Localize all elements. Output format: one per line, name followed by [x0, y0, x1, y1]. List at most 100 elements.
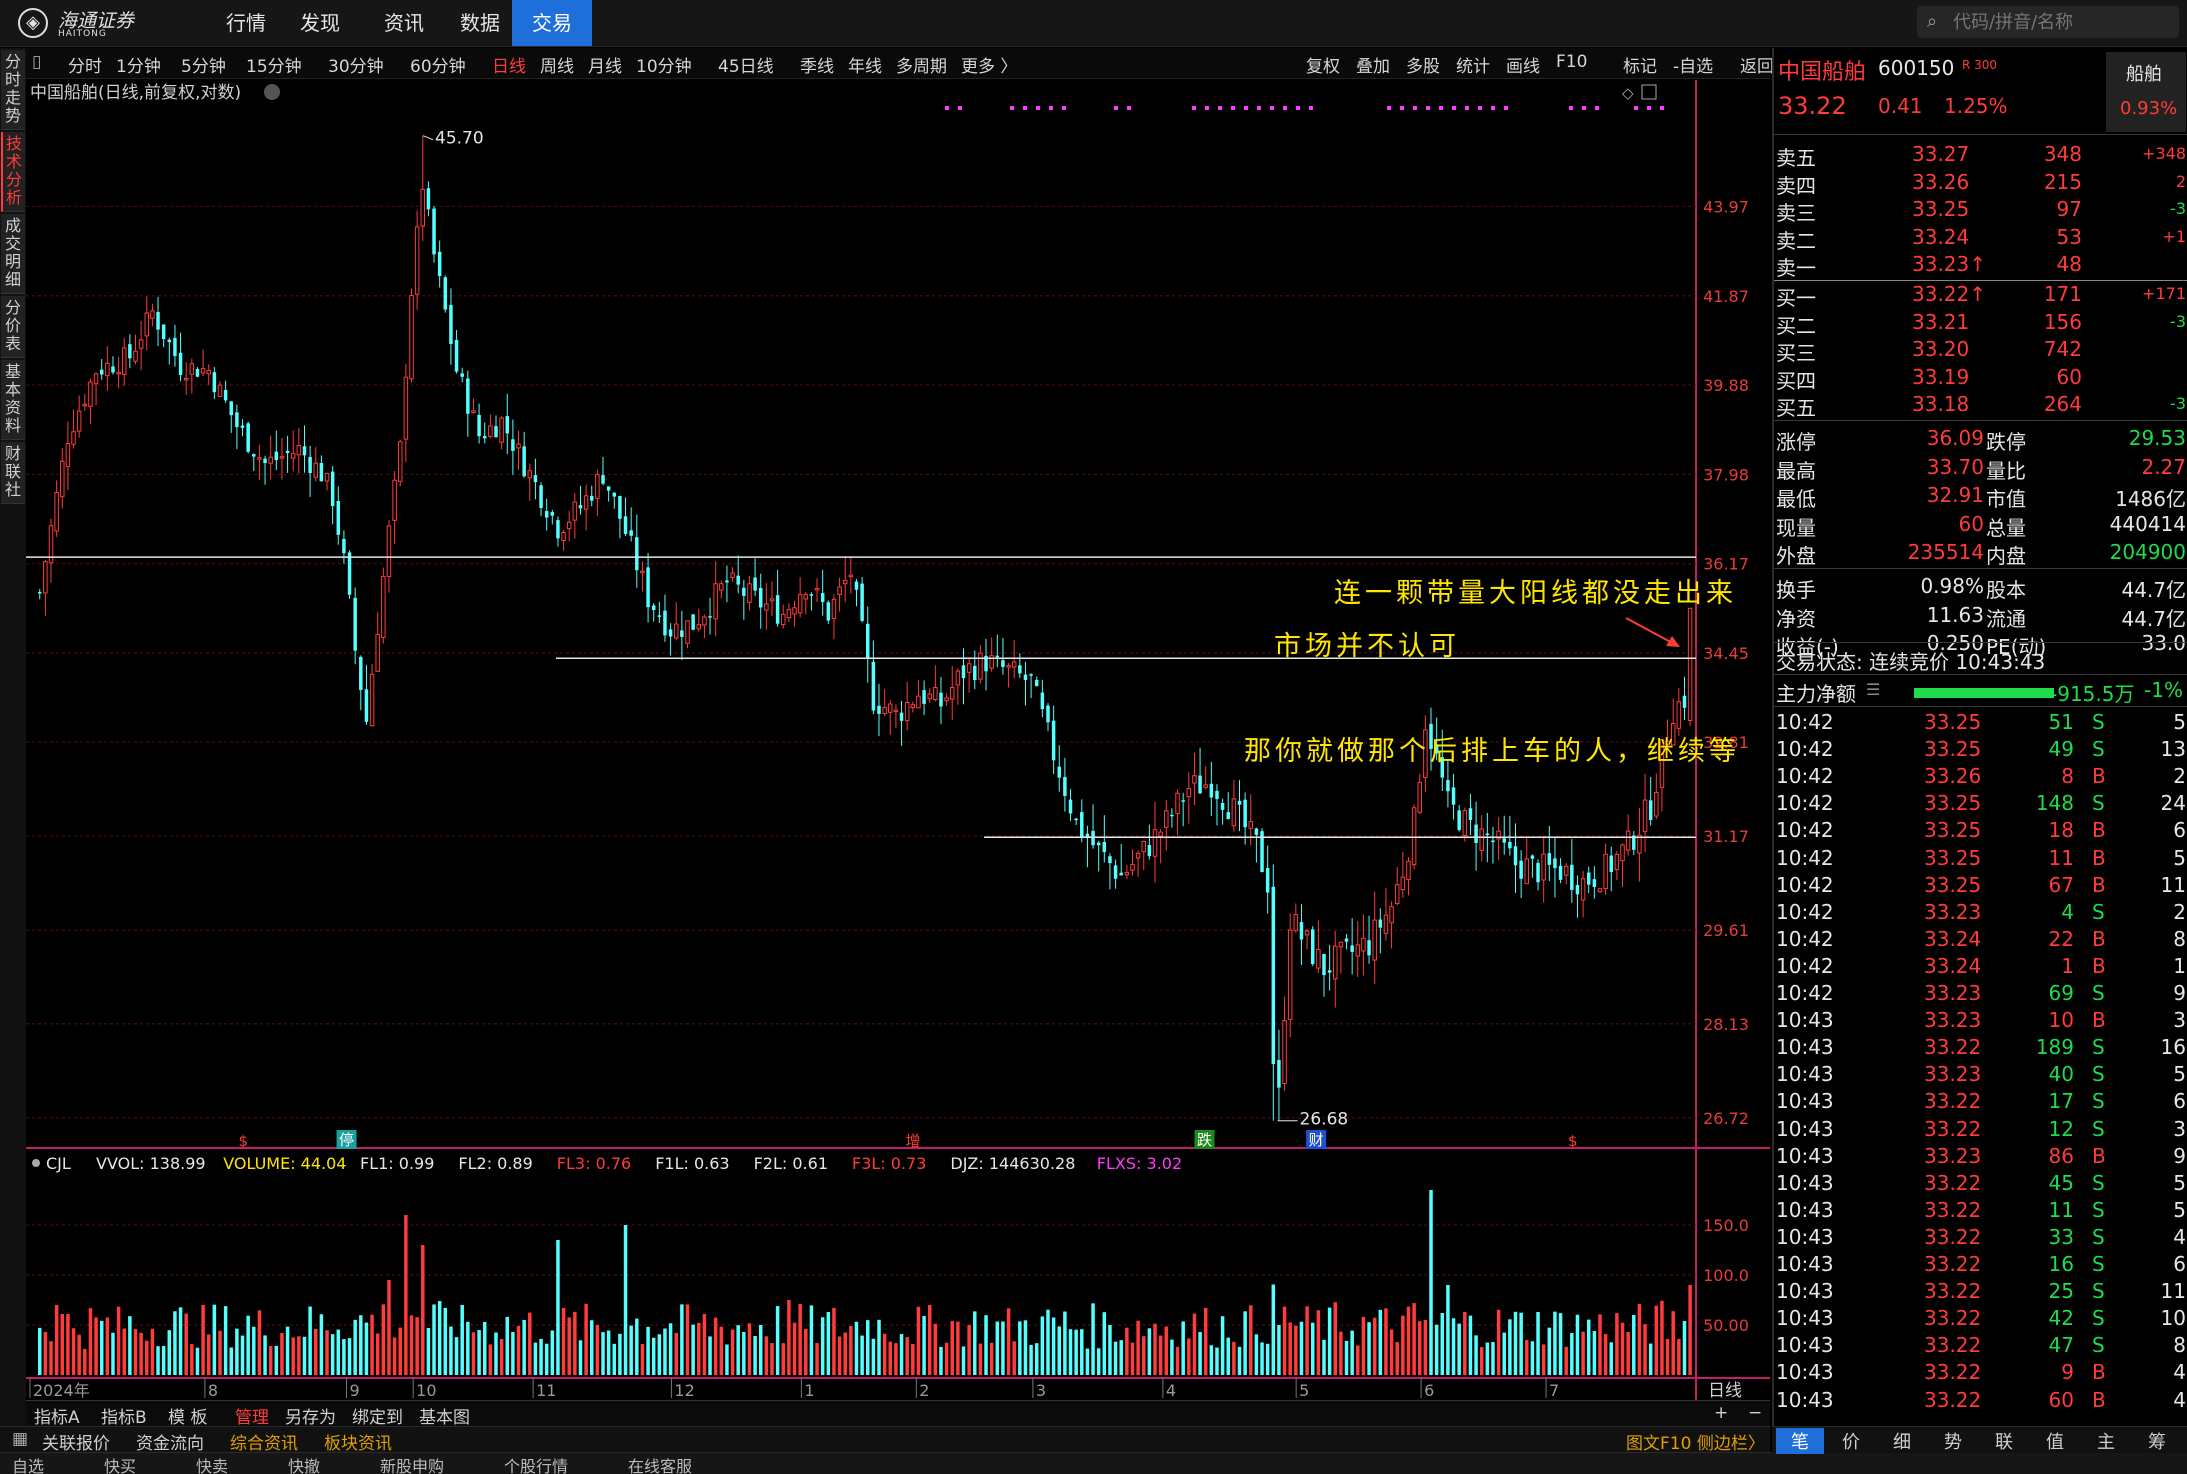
info-btn-3[interactable]: 板块资讯: [324, 1429, 392, 1454]
signal-marker-5[interactable]: $: [1568, 1132, 1578, 1150]
grid-icon[interactable]: ▦: [12, 1429, 28, 1449]
indicator-btn-3[interactable]: 管理: [235, 1403, 269, 1428]
volume-bar: [1153, 1323, 1157, 1375]
quote-tab-3[interactable]: 势: [1929, 1428, 1977, 1454]
period-btn-3[interactable]: 15分钟: [246, 52, 302, 77]
nav-3[interactable]: 数据: [440, 0, 520, 46]
search-input[interactable]: [1951, 8, 2175, 36]
left-tab-1[interactable]: 技术分析: [1, 132, 25, 212]
volume-bar: [882, 1333, 887, 1375]
period-btn-6[interactable]: 日线: [492, 52, 526, 77]
period-btn-12[interactable]: 年线: [848, 52, 882, 77]
zoom-in-icon[interactable]: +: [1714, 1403, 1728, 1423]
period-btn-4[interactable]: 30分钟: [328, 52, 384, 77]
left-tab-0[interactable]: 分时走势: [1, 50, 25, 130]
candle-body: [809, 594, 814, 596]
trade-shortcut-0[interactable]: 自选: [12, 1453, 44, 1474]
book-price-bid-1[interactable]: 33.21: [1912, 310, 1969, 334]
left-tab-2[interactable]: 成交明细: [1, 214, 25, 294]
left-tab-3[interactable]: 分价表: [1, 296, 25, 358]
period-btn-13[interactable]: 多周期: [896, 52, 947, 77]
signal-marker-1[interactable]: 停: [339, 1131, 354, 1149]
info-btn-1[interactable]: 资金流向: [136, 1429, 204, 1454]
quote-tab-0[interactable]: 笔: [1776, 1428, 1824, 1454]
f10-sidebar-link[interactable]: 图文F10 侧边栏〉: [1626, 1429, 1765, 1454]
period-btn-2[interactable]: 5分钟: [181, 52, 226, 77]
period-btn-0[interactable]: 分时: [68, 52, 102, 77]
tool-btn-2[interactable]: 多股: [1406, 52, 1440, 77]
book-price-bid-2[interactable]: 33.20: [1912, 337, 1969, 361]
signal-marker-2[interactable]: 增: [905, 1132, 920, 1150]
info-btn-2[interactable]: 综合资讯: [230, 1429, 298, 1454]
nav-1[interactable]: 发现: [280, 0, 360, 46]
nav-0[interactable]: 行情: [206, 0, 286, 46]
book-price-bid-0[interactable]: 33.22↑: [1912, 282, 1986, 306]
tool-btn-5[interactable]: F10: [1556, 52, 1587, 72]
zoom-out-icon[interactable]: −: [1748, 1403, 1762, 1423]
tool-btn-4[interactable]: 画线: [1506, 52, 1540, 77]
indicator-btn-2[interactable]: 模 板: [168, 1403, 207, 1428]
signal-marker-3[interactable]: 跌: [1197, 1131, 1212, 1149]
book-change-bid-1: -3: [2170, 311, 2186, 331]
book-price-bid-3[interactable]: 33.19: [1912, 365, 1969, 389]
tool-btn-8[interactable]: 返回: [1740, 52, 1774, 77]
tool-btn-3[interactable]: 统计: [1456, 52, 1490, 77]
sector-badge[interactable]: 船舶 0.93%: [2106, 52, 2186, 132]
trade-shortcut-5[interactable]: 个股行情: [504, 1453, 568, 1474]
quote-tab-5[interactable]: 值: [2031, 1428, 2079, 1454]
left-tab-4[interactable]: 基本资料: [1, 360, 25, 440]
trade-shortcut-2[interactable]: 快卖: [196, 1453, 228, 1474]
panel-toggle-icon[interactable]: ▯: [32, 52, 41, 72]
trade-shortcut-4[interactable]: 新股申购: [380, 1453, 444, 1474]
indicator-btn-5[interactable]: 绑定到: [352, 1403, 403, 1428]
indicator-dot-icon[interactable]: [32, 1159, 40, 1167]
trade-shortcut-3[interactable]: 快撤: [288, 1453, 320, 1474]
period-btn-8[interactable]: 月线: [588, 52, 622, 77]
book-price-ask-3[interactable]: 33.24: [1912, 225, 1969, 249]
candle-body: [1491, 840, 1495, 843]
period-btn-7[interactable]: 周线: [540, 52, 574, 77]
nav-4[interactable]: 交易: [512, 0, 592, 46]
signal-marker-4[interactable]: 财: [1309, 1131, 1324, 1149]
indicator-btn-1[interactable]: 指标B: [101, 1403, 147, 1428]
tool-btn-1[interactable]: 叠加: [1356, 52, 1390, 77]
search-box[interactable]: ⌕: [1917, 6, 2179, 38]
tool-btn-6[interactable]: 标记: [1623, 52, 1657, 77]
indicator-btn-0[interactable]: 指标A: [34, 1403, 80, 1428]
tool-btn-7[interactable]: -自选: [1673, 52, 1713, 77]
volume-bar: [161, 1346, 166, 1375]
left-tab-5[interactable]: 财联社: [1, 442, 25, 504]
trade-shortcut-6[interactable]: 在线客服: [628, 1453, 692, 1474]
book-price-bid-4[interactable]: 33.18: [1912, 392, 1969, 416]
period-btn-5[interactable]: 60分钟: [410, 52, 466, 77]
period-btn-1[interactable]: 1分钟: [116, 52, 161, 77]
quote-tab-6[interactable]: 主: [2082, 1428, 2130, 1454]
candle-body: [274, 451, 279, 461]
period-btn-11[interactable]: 季线: [800, 52, 834, 77]
tool-btn-0[interactable]: 复权: [1306, 52, 1340, 77]
trade-shortcut-1[interactable]: 快买: [104, 1453, 136, 1474]
list-icon[interactable]: ☰: [1866, 680, 1880, 699]
book-price-ask-4[interactable]: 33.23↑: [1912, 252, 1986, 276]
period-btn-14[interactable]: 更多 〉: [961, 52, 1017, 77]
quote-tab-2[interactable]: 细: [1878, 1428, 1926, 1454]
candle-body: [1519, 860, 1523, 879]
period-btn-10[interactable]: 45日线: [718, 52, 774, 77]
quote-tab-1[interactable]: 价: [1827, 1428, 1875, 1454]
quote-tab-4[interactable]: 联: [1980, 1428, 2028, 1454]
indicator-btn-6[interactable]: 基本图: [419, 1403, 470, 1428]
diamond-icon[interactable]: ◇: [1622, 84, 1634, 102]
book-price-ask-1[interactable]: 33.26: [1912, 170, 1969, 194]
nav-2[interactable]: 资讯: [364, 0, 444, 46]
book-price-ask-2[interactable]: 33.25: [1912, 197, 1969, 221]
period-btn-9[interactable]: 10分钟: [636, 52, 692, 77]
quote-tab-7[interactable]: 筹: [2133, 1428, 2181, 1454]
chart-options-icon[interactable]: [264, 84, 280, 100]
volume-bar: [1215, 1347, 1219, 1375]
tick-side: S: [2092, 981, 2105, 1005]
book-price-ask-0[interactable]: 33.27: [1912, 142, 1969, 166]
indicator-btn-4[interactable]: 另存为: [285, 1403, 336, 1428]
info-btn-0[interactable]: 关联报价: [42, 1429, 110, 1454]
kline-chart[interactable]: 43.9741.8739.8837.9836.1734.4532.8131.17…: [26, 80, 1770, 1400]
signal-marker-0[interactable]: $: [238, 1132, 248, 1150]
